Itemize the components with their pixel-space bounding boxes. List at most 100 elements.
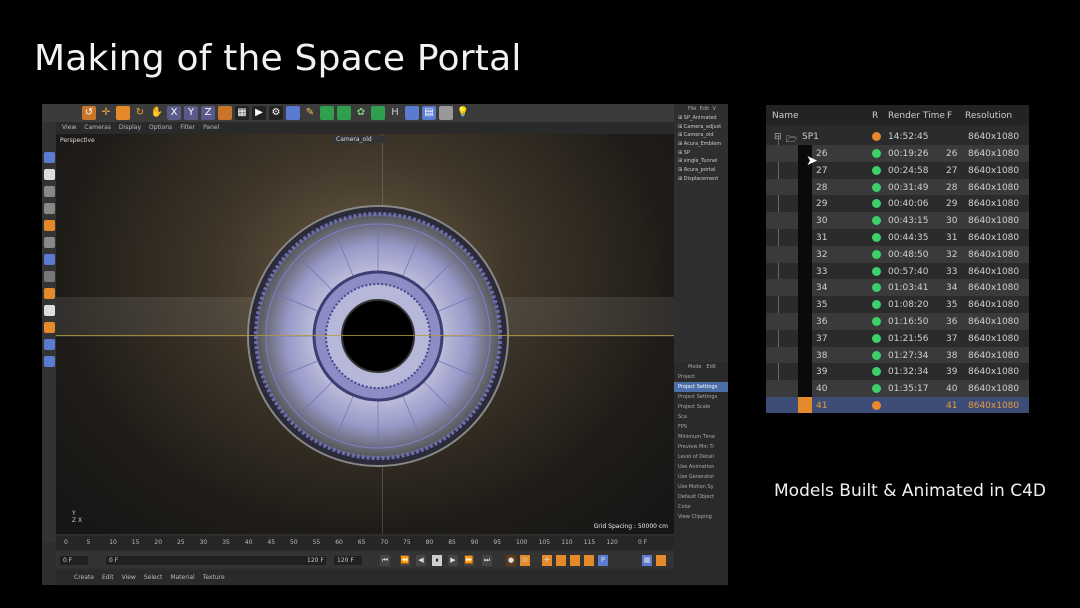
attribute-row[interactable]: Use Generator <box>674 472 728 482</box>
render-job-row[interactable]: 39 01:32:34 39 8640x1080 <box>766 363 1029 381</box>
render-job-row[interactable]: 33 00:57:40 33 8640x1080 <box>766 262 1029 280</box>
render-settings-icon[interactable]: ⚙ <box>269 106 283 120</box>
attribute-row[interactable]: Default Object <box>674 492 728 502</box>
texture-mode-icon[interactable] <box>43 169 55 180</box>
python-icon[interactable] <box>43 356 55 367</box>
z-axis-icon[interactable]: Z <box>201 106 215 120</box>
next-key-icon[interactable]: ⏩ <box>464 555 474 566</box>
camera-icon[interactable] <box>405 106 419 120</box>
start-frame-field[interactable]: 0 F <box>60 556 88 565</box>
attribute-row[interactable]: FPS <box>674 422 728 432</box>
model-mode-icon[interactable] <box>43 152 55 163</box>
col-resolution[interactable]: Resolution <box>965 111 1012 121</box>
attribute-row[interactable]: Project Settings <box>674 392 728 402</box>
snap-icon[interactable] <box>43 254 55 265</box>
light-icon[interactable]: 💡 <box>456 106 470 120</box>
attribute-row[interactable]: Sca <box>674 412 728 422</box>
render-view-icon[interactable]: ▶ <box>252 106 266 120</box>
render-job-row[interactable]: 41 41 8640x1080 <box>766 397 1029 413</box>
attribute-row[interactable]: Project Scale <box>674 402 728 412</box>
render-job-row[interactable]: 38 01:27:34 38 8640x1080 <box>766 346 1029 364</box>
render-job-row[interactable]: 30 00:43:15 30 8640x1080 <box>766 212 1029 229</box>
cloner-icon[interactable] <box>337 106 351 120</box>
edges-mode-icon[interactable] <box>43 220 55 231</box>
camera-dropdown[interactable]: Camera_old <box>332 136 386 143</box>
solo-icon[interactable] <box>43 288 55 299</box>
object-row[interactable]: ⊞ SP <box>674 149 728 158</box>
next-frame-icon[interactable]: ▶ <box>448 555 458 566</box>
pen-icon[interactable]: ✎ <box>303 106 317 120</box>
key-param-icon[interactable] <box>584 555 594 566</box>
attribute-row[interactable]: Preview Min Ti <box>674 442 728 452</box>
render-job-row[interactable]: 37 01:21:56 37 8640x1080 <box>766 329 1029 347</box>
render-job-row[interactable]: 34 01:03:41 34 8640x1080 <box>766 279 1029 297</box>
deformer-icon[interactable]: ✿ <box>354 106 368 120</box>
sculpt-icon[interactable] <box>43 339 55 350</box>
material-menu-view[interactable]: View <box>122 574 136 581</box>
grid-icon[interactable]: ▤ <box>422 106 436 120</box>
lock-icon[interactable] <box>43 305 55 316</box>
material-menu-edit[interactable]: Edit <box>102 574 114 581</box>
prev-frame-icon[interactable]: ◀ <box>416 555 426 566</box>
attribute-row[interactable]: View Clipping <box>674 512 728 522</box>
viewport-menu-display[interactable]: Display <box>119 122 141 134</box>
attribute-row[interactable]: Color <box>674 502 728 512</box>
col-name[interactable]: Name <box>772 111 799 121</box>
material-menu-select[interactable]: Select <box>144 574 163 581</box>
key-rotation-icon[interactable] <box>570 555 580 566</box>
current-frame-slider[interactable]: 0 F <box>106 556 326 565</box>
3d-viewport[interactable]: Perspective Camera_old Y Z X Grid Spacin… <box>56 134 674 534</box>
object-row[interactable]: ⊞ Acura_Emblem <box>674 140 728 149</box>
col-frame[interactable]: F <box>947 111 952 121</box>
workplane-icon[interactable] <box>43 271 55 282</box>
attribute-row[interactable]: Project Settings <box>674 382 728 392</box>
end-frame-field[interactable]: 120 F <box>334 556 362 565</box>
col-r[interactable]: R <box>872 111 878 121</box>
render-job-row[interactable]: 35 01:08:20 35 8640x1080 <box>766 296 1029 313</box>
attribute-row[interactable]: Use Animation <box>674 462 728 472</box>
object-row[interactable]: ⊞ SP_Animated <box>674 114 728 123</box>
live-select-icon[interactable]: ✋ <box>150 106 164 120</box>
material-menu-texture[interactable]: Texture <box>203 574 225 581</box>
points-mode-icon[interactable] <box>43 203 55 214</box>
viewport-menu-view[interactable]: View <box>62 122 76 134</box>
attribute-row[interactable]: Project <box>674 372 728 382</box>
axis-mode-icon[interactable] <box>43 186 55 197</box>
material-menu-create[interactable]: Create <box>74 574 94 581</box>
object-row[interactable]: ⊞ Acura_portal <box>674 166 728 175</box>
viewport-menu-panel[interactable]: Panel <box>203 122 219 134</box>
x-axis-icon[interactable]: X <box>167 106 181 120</box>
render-region-icon[interactable]: ▦ <box>235 106 249 120</box>
rotate-icon[interactable]: ↻ <box>133 106 147 120</box>
undo-icon[interactable]: ↺ <box>82 106 96 120</box>
subdivision-icon[interactable] <box>320 106 334 120</box>
attribute-row[interactable]: Level of Detail <box>674 452 728 462</box>
go-start-icon[interactable]: ⏮ <box>380 555 390 566</box>
autokey-icon[interactable]: ⊙ <box>520 555 530 566</box>
scale-icon[interactable] <box>116 106 130 120</box>
cube-icon[interactable] <box>286 106 300 120</box>
viewport-menu-options[interactable]: Options <box>149 122 172 134</box>
key-position-icon[interactable] <box>556 555 566 566</box>
tag-icon[interactable]: H <box>388 106 402 120</box>
attribute-row[interactable]: Use Motion Sy <box>674 482 728 492</box>
floor-icon[interactable] <box>439 106 453 120</box>
col-render-time[interactable]: Render Time <box>888 111 945 121</box>
object-row[interactable]: ⊞ Camera_adjust <box>674 123 728 132</box>
key-pla-icon[interactable]: P <box>598 555 608 566</box>
keyframe-selection-icon[interactable]: ✛ <box>542 555 552 566</box>
render-job-row[interactable]: 29 00:40:06 29 8640x1080 <box>766 195 1029 213</box>
render-job-row[interactable]: 31 00:44:35 31 8640x1080 <box>766 229 1029 246</box>
material-menu-material[interactable]: Material <box>170 574 194 581</box>
environment-icon[interactable] <box>371 106 385 120</box>
viewport-menu-cameras[interactable]: Cameras <box>84 122 111 134</box>
attribute-row[interactable]: Minimum Time <box>674 432 728 442</box>
prev-key-icon[interactable]: ⏪ <box>400 555 410 566</box>
render-job-row[interactable]: 36 01:16:50 36 8640x1080 <box>766 313 1029 330</box>
viewport-menu-filter[interactable]: Filter <box>180 122 195 134</box>
move-icon[interactable]: ✛ <box>99 106 113 120</box>
render-job-row[interactable]: 28 00:31:49 28 8640x1080 <box>766 178 1029 196</box>
portal-model[interactable] <box>246 204 516 474</box>
expand-icon[interactable]: ⊟ <box>774 132 782 142</box>
pause-button[interactable]: ⏸ <box>432 555 442 566</box>
